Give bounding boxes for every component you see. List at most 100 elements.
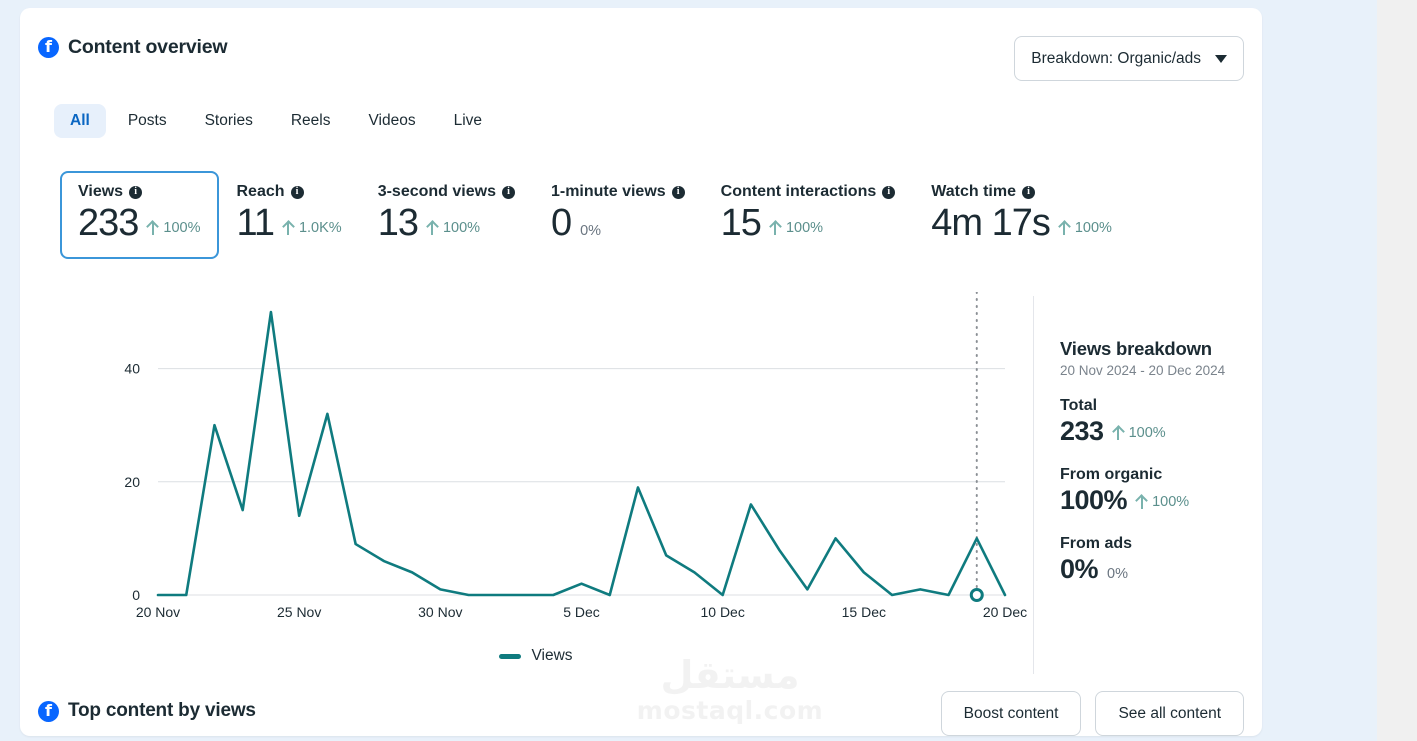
facebook-icon <box>38 700 59 722</box>
y-axis-tick-label: 40 <box>124 361 140 377</box>
metric-header: Reach <box>237 183 342 201</box>
chevron-down-icon <box>1215 54 1227 63</box>
tab-all[interactable]: All <box>54 104 106 138</box>
see-all-content-button[interactable]: See all content <box>1095 691 1244 736</box>
metric-delta-text: 100% <box>1074 220 1112 236</box>
x-axis-tick-label: 30 Nov <box>418 604 462 620</box>
info-icon[interactable] <box>671 185 685 199</box>
metric-card-1-minute-views[interactable]: 1-minute views 0 0% <box>533 171 703 259</box>
boost-content-button[interactable]: Boost content <box>940 691 1082 736</box>
metric-delta: 100% <box>427 220 480 236</box>
views-breakdown-panel: Views breakdown 20 Nov 2024 - 20 Dec 202… <box>1060 338 1250 585</box>
breakdown-row-delta-text: 100% <box>1128 425 1166 441</box>
metric-body: 4m 17s 100% <box>931 202 1112 245</box>
metric-card-watch-time[interactable]: Watch time 4m 17s 100% <box>913 171 1130 259</box>
metric-body: 233 100% <box>78 202 201 245</box>
breakdown-row-label: From ads <box>1060 535 1133 552</box>
metric-delta: 100% <box>770 220 823 236</box>
metric-label: Views <box>78 183 124 200</box>
page-title: Content overview <box>68 36 228 58</box>
breakdown-row-total: Total 233 100% <box>1060 397 1250 447</box>
metric-label: 3-second views <box>377 183 496 200</box>
metric-header: Content interactions <box>721 183 896 201</box>
arrow-up-icon <box>283 221 294 235</box>
footer-actions: Boost content See all content <box>940 691 1244 736</box>
breakdown-row-label: From organic <box>1060 466 1163 483</box>
metric-value: 233 <box>78 202 139 244</box>
metric-delta-text: 100% <box>163 220 201 236</box>
metric-label: 1-minute views <box>550 183 666 200</box>
metric-label: Watch time <box>931 183 1016 200</box>
metric-card-reach[interactable]: Reach 11 1.0K% <box>219 171 360 259</box>
top-content-title-row: Top content by views <box>38 700 256 722</box>
breakdown-dropdown[interactable]: Breakdown: Organic/ads <box>1014 36 1244 81</box>
x-axis-tick-label: 20 Dec <box>983 604 1027 620</box>
x-axis-tick-label: 25 Nov <box>277 604 321 620</box>
facebook-icon <box>38 36 59 58</box>
tab-posts[interactable]: Posts <box>112 104 183 138</box>
metric-card-3-second-views[interactable]: 3-second views 13 100% <box>360 171 533 259</box>
metric-delta-text: 1.0K% <box>298 220 342 236</box>
metric-body: 13 100% <box>378 202 515 245</box>
tab-reels[interactable]: Reels <box>275 104 347 138</box>
info-icon[interactable] <box>129 185 143 199</box>
breakdown-date-range: 20 Nov 2024 - 20 Dec 2024 <box>1060 363 1226 378</box>
metric-delta-text: 100% <box>785 220 824 236</box>
metric-label: Reach <box>236 183 285 200</box>
y-axis-tick-label: 20 <box>124 474 140 490</box>
metric-label: Content interactions <box>720 183 877 200</box>
info-icon[interactable] <box>1021 185 1035 199</box>
chart-legend: Views <box>40 647 1032 665</box>
tab-stories[interactable]: Stories <box>189 104 269 138</box>
metric-delta: 1.0K% <box>283 220 342 236</box>
breakdown-row-value: 0% <box>1060 554 1099 584</box>
breakdown-row-values: 233 100% <box>1060 416 1250 447</box>
card-header: Content overview Breakdown: Organic/ads <box>20 8 1262 90</box>
x-axis-tick-label: 15 Dec <box>842 604 886 620</box>
breakdown-row-value: 233 <box>1060 416 1104 446</box>
x-axis-tick-label: 10 Dec <box>700 604 744 620</box>
arrow-up-icon <box>770 221 781 235</box>
tab-videos[interactable]: Videos <box>352 104 431 138</box>
metric-body: 15 100% <box>721 202 896 245</box>
breakdown-title: Views breakdown <box>1060 338 1212 359</box>
breakdown-row-delta: 100% <box>1113 425 1166 441</box>
breakdown-row-from-ads: From ads 0% 0% <box>1060 535 1250 585</box>
tab-live[interactable]: Live <box>438 104 498 138</box>
chart-canvas: 0 20 40 20 Nov 25 Nov 30 Nov 5 Dec 10 Dec 15 Dec… <box>124 292 1027 620</box>
x-axis-tick-label: 5 Dec <box>563 604 600 620</box>
metric-card-content-interactions[interactable]: Content interactions 15 100% <box>703 171 914 259</box>
metric-card-views[interactable]: Views 233 100% <box>60 171 219 259</box>
chart-point-marker[interactable] <box>969 588 984 602</box>
arrow-up-icon <box>1113 426 1124 440</box>
breakdown-row-delta-text: 0% <box>1107 566 1128 582</box>
breakdown-row-label: Total <box>1060 397 1098 414</box>
breakdown-row-value: 100% <box>1060 485 1128 515</box>
metrics-row: Views 233 100% Reach 11 <box>60 171 1130 259</box>
breakdown-row-delta: 0% <box>1107 566 1128 582</box>
info-icon[interactable] <box>290 185 304 199</box>
info-icon[interactable] <box>501 185 515 199</box>
breakdown-row-delta: 100% <box>1136 494 1189 510</box>
y-axis-tick-label: 0 <box>132 587 140 603</box>
views-line-chart[interactable]: 0 20 40 20 Nov 25 Nov 30 Nov 5 Dec 10 Dec 15 Dec… <box>40 292 1032 682</box>
metric-delta: 0% <box>580 223 601 239</box>
arrow-up-icon <box>1136 495 1147 509</box>
page-background-right <box>1388 0 1417 741</box>
page-title-row: Content overview <box>38 36 228 59</box>
content-type-tabs: All Posts Stories Reels Videos Live <box>54 104 498 138</box>
metric-delta-text: 100% <box>442 220 481 236</box>
vertical-scrollbar-track[interactable] <box>1377 0 1389 741</box>
metric-header: Views <box>78 183 201 201</box>
metric-header: 1-minute views <box>551 183 685 201</box>
info-icon[interactable] <box>882 185 896 199</box>
metric-header: 3-second views <box>378 183 515 201</box>
metric-delta: 100% <box>147 220 201 236</box>
metric-header: Watch time <box>931 183 1112 201</box>
breakdown-dropdown-label: Breakdown: Organic/ads <box>1031 49 1201 67</box>
chart-line-views <box>156 310 1007 597</box>
screen-root: Content overview Breakdown: Organic/ads … <box>0 0 1417 741</box>
x-axis-tick-label: 20 Nov <box>136 604 180 620</box>
legend-label-views: Views <box>531 647 573 664</box>
arrow-up-icon <box>1059 221 1070 235</box>
